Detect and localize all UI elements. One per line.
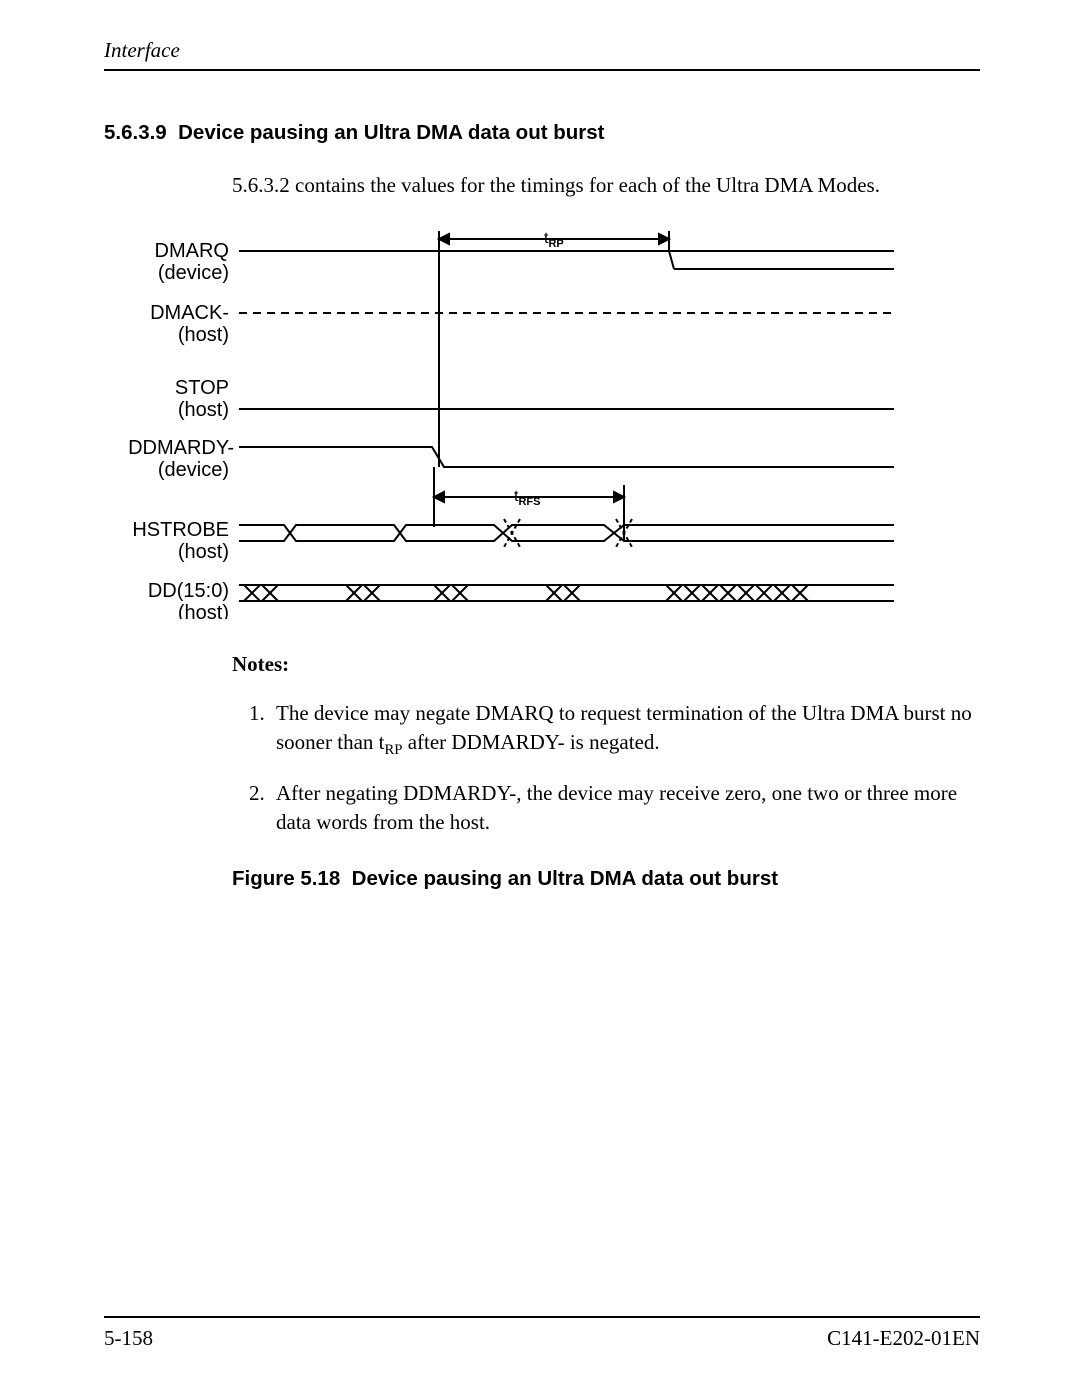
- notes-list: The device may negate DMARQ to request t…: [232, 699, 980, 836]
- note-item: The device may negate DMARQ to request t…: [270, 699, 980, 760]
- signal-owner: (host): [178, 541, 229, 563]
- section-number: 5.6.3.9: [104, 121, 167, 144]
- signal-owner: (device): [158, 262, 229, 284]
- lead-paragraph: 5.6.3.2 contains the values for the timi…: [232, 171, 980, 199]
- figure-caption: Figure 5.18 Device pausing an Ultra DMA …: [232, 867, 980, 891]
- section-title: Device pausing an Ultra DMA data out bur…: [178, 121, 604, 144]
- signal-label: DMARQ: [155, 240, 229, 262]
- figure-label: Figure 5.18: [232, 867, 340, 890]
- signal-label: DDMARDY-: [128, 437, 234, 459]
- note-text: After negating DDMARDY-, the device may …: [276, 781, 957, 834]
- signal-label: HSTROBE: [132, 519, 229, 541]
- signal-owner: (host): [178, 602, 229, 619]
- timing-label-trp: tRP: [544, 230, 564, 250]
- doc-number: C141-E202-01EN: [827, 1326, 980, 1351]
- notes-block: Notes: The device may negate DMARQ to re…: [232, 652, 980, 836]
- page-number: 5-158: [104, 1326, 153, 1351]
- page: Interface 5.6.3.9 Device pausing an Ultr…: [0, 0, 1080, 1397]
- note-text-post: after DDMARDY- is negated.: [402, 730, 659, 754]
- signal-label: DMACK-: [150, 302, 229, 324]
- signal-owner: (host): [178, 399, 229, 421]
- signal-owner: (host): [178, 324, 229, 346]
- note-item: After negating DDMARDY-, the device may …: [270, 779, 980, 837]
- notes-label: Notes:: [232, 652, 980, 677]
- signal-owner: (device): [158, 459, 229, 481]
- note-sub: RP: [384, 743, 402, 759]
- signal-label: STOP: [175, 377, 229, 399]
- timing-label-trfs: tRFS: [514, 488, 540, 508]
- section-heading: 5.6.3.9 Device pausing an Ultra DMA data…: [104, 121, 980, 145]
- figure-title: Device pausing an Ultra DMA data out bur…: [352, 867, 778, 890]
- footer-rule: [104, 1316, 980, 1326]
- page-footer: 5-158 C141-E202-01EN: [104, 1316, 980, 1351]
- running-header: Interface: [104, 38, 980, 71]
- signal-label: DD(15:0): [148, 580, 229, 602]
- timing-diagram: DMARQ (device) DMACK- (host) STOP (host)…: [114, 229, 980, 624]
